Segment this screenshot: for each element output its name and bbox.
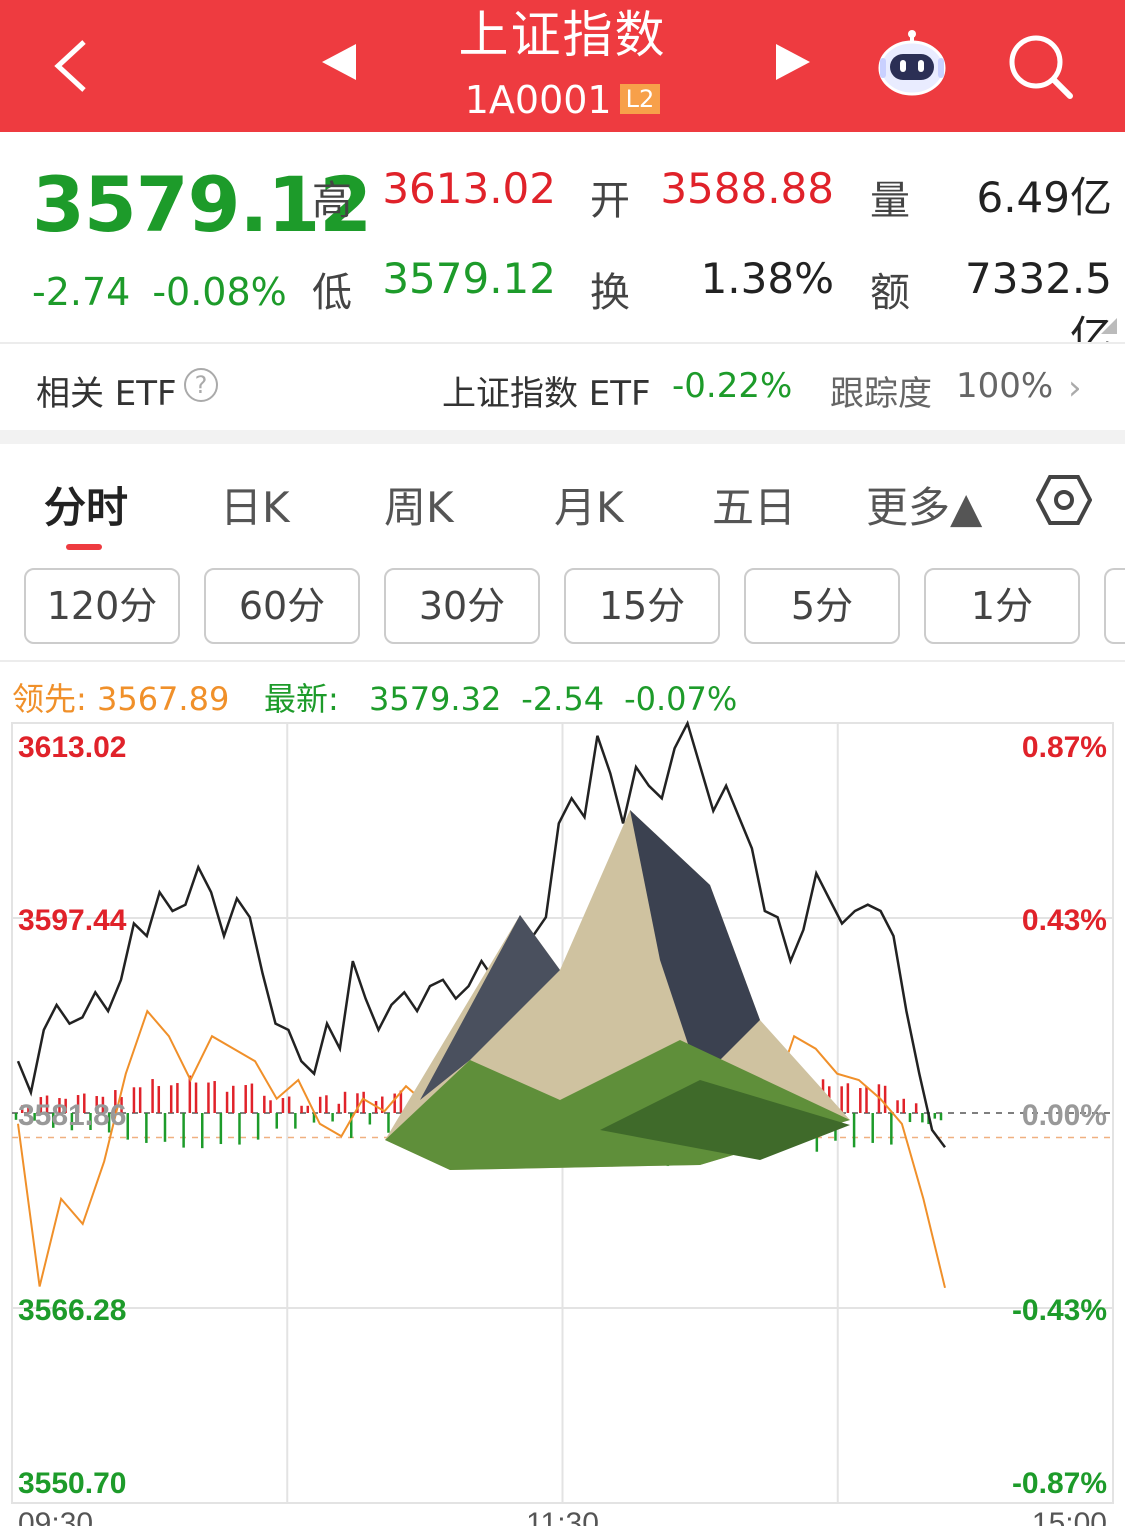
turnover-value: 1.38% xyxy=(700,254,834,303)
level-badge: L2 xyxy=(619,84,661,114)
etf-name: 上证指数 ETF xyxy=(442,374,651,414)
mountain-illustration xyxy=(385,810,850,1170)
intraday-chart[interactable]: 领先: 3567.89 最新: 3579.32 -2.54 -0.07% 3613.… xyxy=(0,660,1125,1526)
robot-assistant-icon[interactable] xyxy=(874,28,950,100)
section-gap xyxy=(0,430,1125,444)
change-value: -2.74 xyxy=(32,270,131,314)
top-bar: 上证指数 1A0001 L2 xyxy=(0,0,1125,132)
y-tick-label-right: 0.87% xyxy=(1022,731,1107,764)
y-tick-label: 3566.28 xyxy=(18,1294,126,1327)
active-tab-indicator xyxy=(66,544,102,550)
tab-weekly-k[interactable]: 周K xyxy=(384,474,454,535)
y-tick-label-right: 0.43% xyxy=(1022,904,1107,937)
help-icon[interactable]: ? xyxy=(184,368,218,402)
tracking-value: 100% xyxy=(956,366,1054,406)
tab-monthly-k[interactable]: 月K xyxy=(554,474,624,535)
y-tick-label: 3597.44 xyxy=(18,904,127,937)
chart-tabs: 分时 日K 周K 月K 五日 更多▲ xyxy=(0,444,1125,556)
related-etf-row[interactable]: 相关 ETF ? 上证指数 ETF -0.22% 跟踪度 100% › xyxy=(0,344,1125,430)
high-label: 高 xyxy=(312,178,352,224)
period-30m-button[interactable]: 30分 xyxy=(384,568,540,644)
amount-label: 额 xyxy=(870,270,910,316)
turnover-label: 换 xyxy=(590,270,630,316)
tab-five-day[interactable]: 五日 xyxy=(712,474,796,535)
x-tick-label: 15:00 xyxy=(1032,1507,1107,1526)
y-tick-label-right: 0.00% xyxy=(1022,1099,1107,1132)
quote-panel: 3579.12 -2.74 -0.08% 高 3613.02 低 3579.12 … xyxy=(0,132,1125,361)
volume-value: 6.49亿 xyxy=(976,173,1112,222)
low-label: 低 xyxy=(312,270,352,316)
stock-code: 1A0001 xyxy=(464,78,612,122)
open-label: 开 xyxy=(590,178,630,224)
y-tick-label: 3581.86 xyxy=(18,1099,126,1132)
y-tick-label: 3550.70 xyxy=(18,1467,126,1500)
chevron-right-icon: › xyxy=(1068,368,1082,408)
chart-svg: 3613.02 0.87% 3597.44 0.43% 3581.86 0.00% 3566… xyxy=(11,719,1114,1526)
tab-more[interactable]: 更多▲ xyxy=(866,474,982,535)
y-tick-label-right: -0.43% xyxy=(1012,1294,1107,1327)
volume-label: 量 xyxy=(870,178,910,224)
x-tick-label: 11:30 xyxy=(526,1507,599,1526)
tab-daily-k[interactable]: 日K xyxy=(220,474,290,535)
search-icon[interactable] xyxy=(1004,30,1076,102)
settings-hexagon-icon[interactable] xyxy=(1036,474,1092,526)
price-change: -2.74 -0.08% xyxy=(32,270,287,314)
y-tick-label-right: -0.87% xyxy=(1012,1467,1107,1500)
period-60m-button[interactable]: 60分 xyxy=(204,568,360,644)
period-15m-button[interactable]: 15分 xyxy=(564,568,720,644)
change-percent: -0.08% xyxy=(152,270,287,314)
next-stock-icon[interactable] xyxy=(776,44,810,80)
etf-percent: -0.22% xyxy=(672,366,793,406)
tab-label: 分时 xyxy=(44,483,129,532)
period-120m-button[interactable]: 120分 xyxy=(24,568,180,644)
stock-code-row: 1A0001 L2 xyxy=(0,78,1125,122)
low-value: 3579.12 xyxy=(382,254,556,303)
page-title: 上证指数 xyxy=(458,6,667,64)
y-tick-label: 3613.02 xyxy=(18,731,126,764)
related-etf-label: 相关 ETF xyxy=(36,374,177,414)
tab-intraday[interactable]: 分时 xyxy=(44,474,129,550)
open-value: 3588.88 xyxy=(660,164,834,213)
expand-corner-icon[interactable] xyxy=(1101,318,1117,334)
x-tick-label: 09:30 xyxy=(18,1507,93,1526)
period-1m-button[interactable]: 1分 xyxy=(924,568,1080,644)
high-value: 3613.02 xyxy=(382,164,556,213)
period-5m-button[interactable]: 5分 xyxy=(744,568,900,644)
period-more-button[interactable] xyxy=(1104,568,1125,644)
tracking-label: 跟踪度 xyxy=(830,374,932,414)
